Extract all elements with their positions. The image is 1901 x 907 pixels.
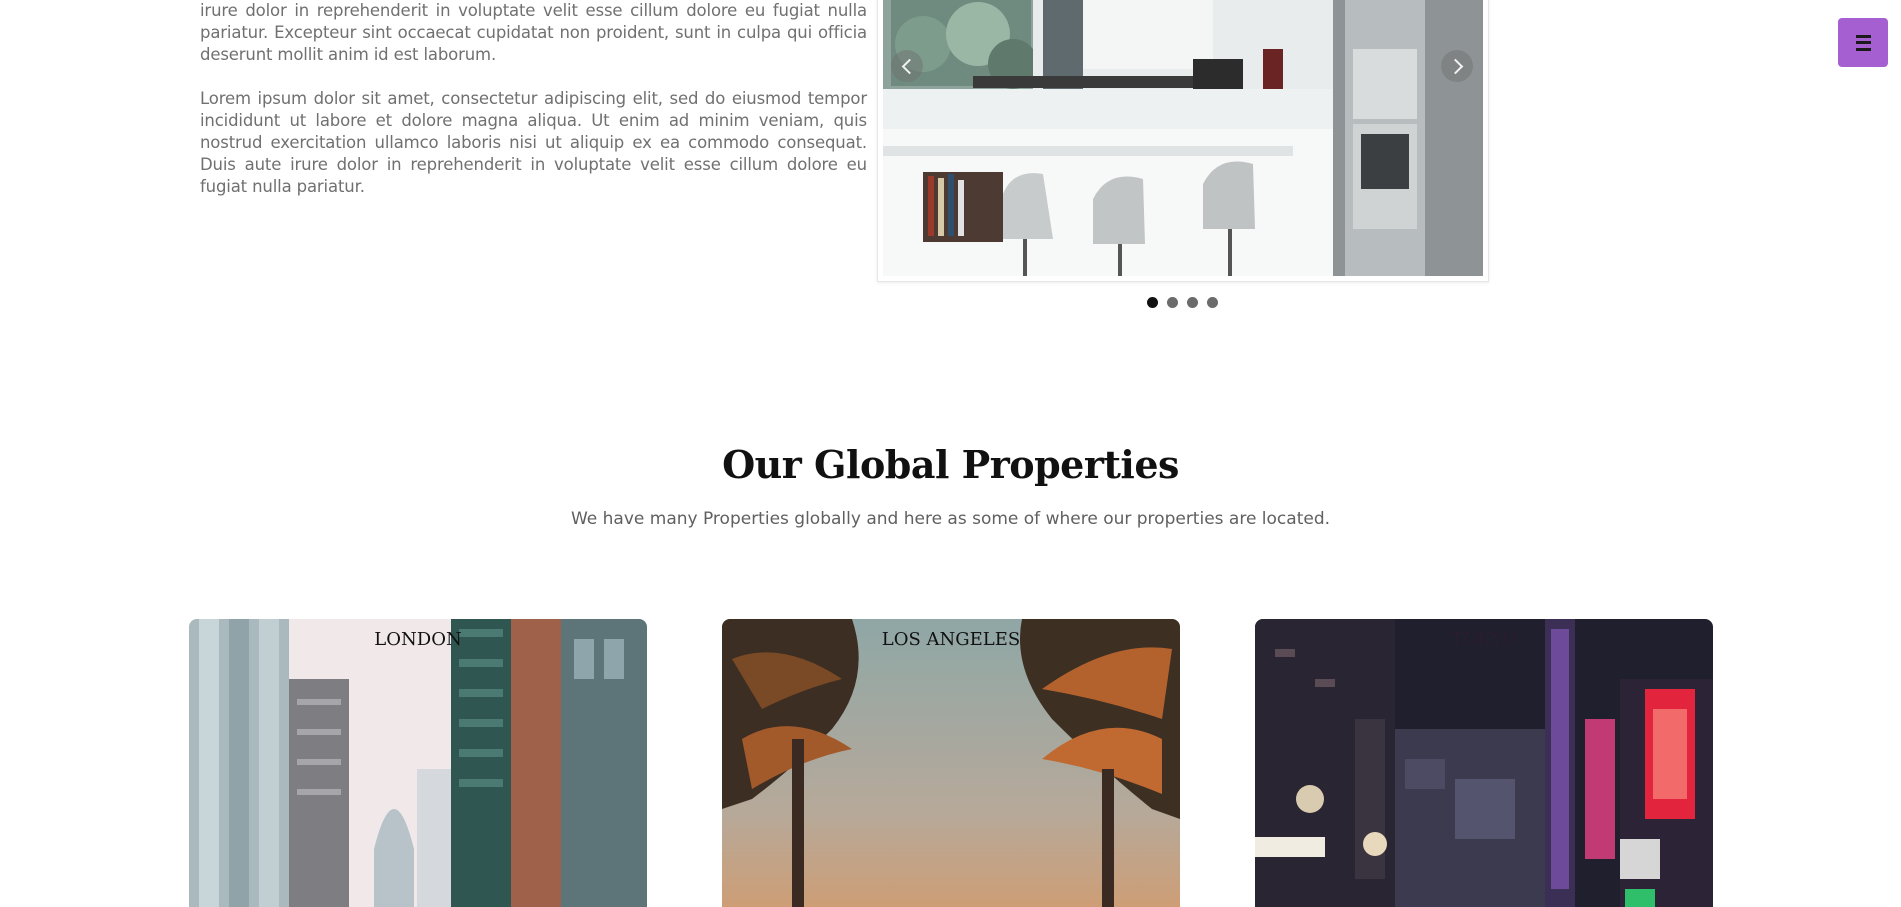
hamburger-icon [1855,34,1871,51]
card-title: LONDON [374,629,462,650]
property-card-los-angeles[interactable]: LOS ANGELES [722,619,1180,907]
tokyo-image [1255,619,1713,907]
card-title: LOS ANGELES [881,629,1021,650]
london-image [189,619,647,907]
card-title: TOKYO [1450,629,1518,650]
menu-button[interactable] [1838,18,1888,67]
about-paragraph: Lorem ipsum dolor sit amet, consectetur … [200,89,867,196]
carousel-prev-button[interactable] [891,50,923,82]
section-subtitle: We have many Properties globally and her… [570,509,1331,529]
carousel-dot-3[interactable] [1187,297,1198,308]
property-card-tokyo[interactable]: TOKYO [1255,619,1713,907]
image-carousel [877,0,1489,283]
about-text: exercitation ullamco laboris nisi ut ali… [200,0,867,198]
carousel-next-button[interactable] [1441,50,1473,82]
carousel-indicators [1147,297,1218,308]
carousel-dot-4[interactable] [1207,297,1218,308]
property-card-london[interactable]: LONDON [189,619,647,907]
about-paragraph: exercitation ullamco laboris nisi ut ali… [200,1,867,64]
section-title: Our Global Properties [722,442,1179,487]
carousel-dot-1[interactable] [1147,297,1158,308]
kitchen-image [883,0,1483,276]
los-angeles-image [722,619,1180,907]
carousel-dot-2[interactable] [1167,297,1178,308]
carousel-slide [877,0,1489,282]
